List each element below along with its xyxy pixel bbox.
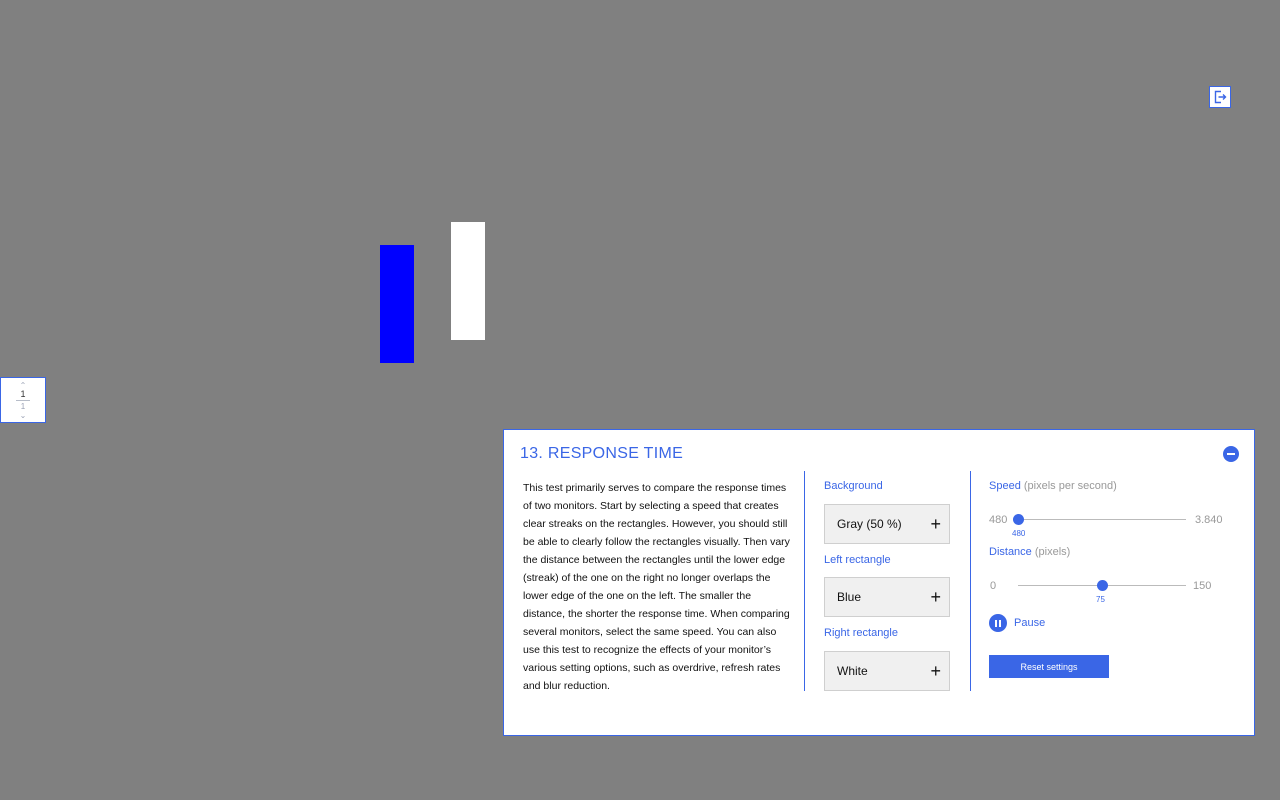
speed-value: 480: [1012, 529, 1026, 538]
divider: [804, 471, 805, 691]
speed-slider-track[interactable]: [1018, 519, 1186, 520]
background-label: Background: [824, 480, 883, 492]
background-select[interactable]: Gray (50 %) +: [824, 504, 950, 544]
distance-min: 0: [990, 580, 997, 592]
pause-label[interactable]: Pause: [1014, 617, 1045, 629]
settings-panel: 13. RESPONSE TIME This test primarily se…: [503, 429, 1255, 736]
pause-icon-bar: [999, 619, 1001, 627]
distance-max: 150: [1193, 580, 1212, 592]
speed-max: 3.840: [1195, 514, 1223, 526]
distance-unit: (pixels): [1034, 546, 1071, 558]
speed-slider-thumb[interactable]: [1012, 514, 1024, 525]
current-page: 1: [20, 388, 26, 399]
pause-icon: [995, 619, 997, 627]
pause-button[interactable]: [989, 614, 1007, 632]
distance-label-text: Distance: [989, 546, 1032, 558]
panel-title: 13. RESPONSE TIME: [520, 445, 684, 462]
collapse-button[interactable]: [1223, 446, 1239, 462]
right-rectangle-select[interactable]: White +: [824, 651, 950, 691]
left-rectangle-select[interactable]: Blue +: [824, 577, 950, 617]
plus-icon: +: [930, 661, 941, 681]
left-rectangle-label: Left rectangle: [824, 554, 891, 566]
plus-icon: +: [930, 587, 941, 607]
speed-unit: (pixels per second): [1023, 480, 1117, 492]
background-value: Gray (50 %): [837, 517, 902, 531]
divider: [970, 471, 971, 691]
speed-label: Speed (pixels per second): [989, 480, 1117, 492]
right-rectangle-label: Right rectangle: [824, 627, 898, 639]
page-divider: [16, 399, 30, 401]
test-description: This test primarily serves to compare th…: [523, 482, 790, 692]
distance-value: 75: [1096, 595, 1105, 604]
left-rectangle-value: Blue: [837, 590, 862, 604]
chevron-down-icon[interactable]: ⌄: [20, 411, 27, 420]
speed-label-text: Speed: [989, 480, 1021, 492]
right-rectangle: [451, 222, 485, 340]
exit-button[interactable]: [1209, 86, 1231, 108]
plus-icon: +: [930, 514, 941, 534]
left-rectangle: [380, 245, 414, 363]
speed-min: 480: [989, 514, 1008, 526]
exit-icon: [1214, 90, 1227, 104]
total-pages: 1: [20, 401, 26, 411]
right-rectangle-value: White: [837, 664, 868, 678]
reset-settings-button[interactable]: Reset settings: [989, 655, 1109, 678]
distance-slider-thumb[interactable]: [1096, 580, 1108, 591]
page-indicator: ⌃ 1 1 ⌄: [0, 377, 46, 423]
distance-label: Distance (pixels): [989, 546, 1070, 558]
minus-circle-icon: [1227, 453, 1235, 455]
